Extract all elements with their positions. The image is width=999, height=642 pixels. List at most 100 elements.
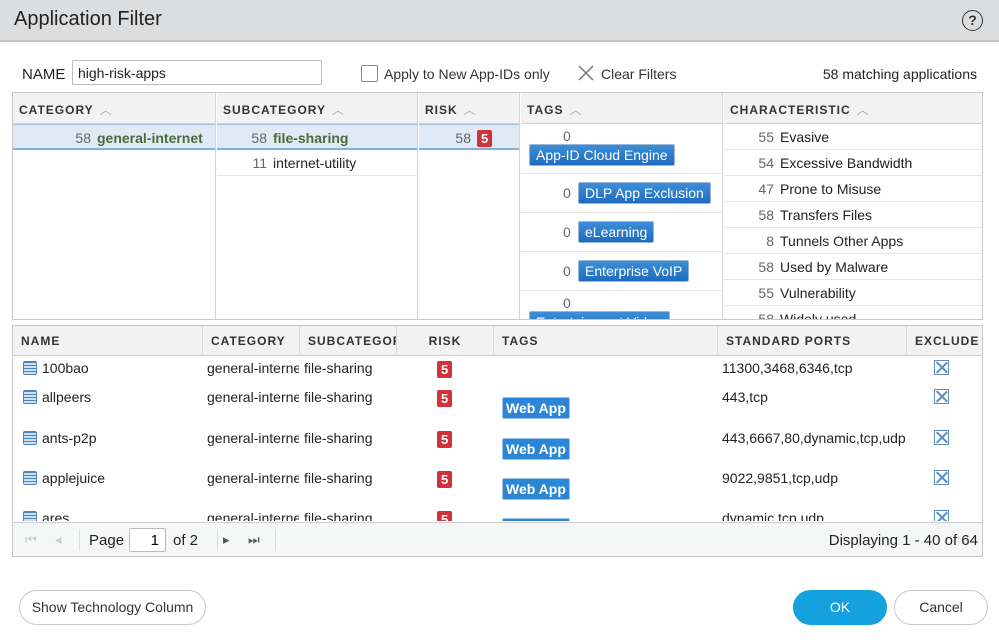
item-label: Prone to Misuse	[780, 181, 882, 197]
col-header-subcategory[interactable]: SUBCATEGORY	[300, 326, 397, 356]
category-header[interactable]: CATEGORY ︿	[13, 93, 215, 124]
grid-body: 100bao general-internet file-sharing 5 11300…	[13, 356, 982, 521]
grid-header: NAME CATEGORY SUBCATEGORY RISK TAGS STAN…	[13, 326, 982, 356]
exclude-cell	[934, 389, 949, 407]
characteristic-item[interactable]: 55 Evasive	[724, 124, 982, 150]
tag-pill: eLearning	[578, 221, 655, 243]
app-standard-ports: dynamic,tcp,udp	[722, 510, 824, 521]
col-header-tags[interactable]: TAGS	[494, 326, 718, 356]
sort-up-icon[interactable]: ︿	[464, 103, 477, 117]
tag-item[interactable]: 0 App-ID Cloud Engine	[521, 124, 722, 174]
item-count: 58	[455, 130, 471, 146]
characteristic-item[interactable]: 8 Tunnels Other Apps	[724, 228, 982, 254]
next-page-icon[interactable]: ▸	[223, 532, 230, 548]
app-name-cell[interactable]: ares	[23, 510, 201, 521]
characteristic-item[interactable]: 58 Used by Malware	[724, 254, 982, 280]
prev-page-icon[interactable]: ◂	[55, 532, 62, 548]
show-technology-column-button[interactable]: Show Technology Column	[19, 590, 206, 625]
subcategory-item[interactable]: 58 file-sharing	[217, 124, 417, 150]
item-label: Excessive Bandwidth	[780, 155, 913, 171]
exclude-icon[interactable]	[934, 510, 949, 521]
clear-filters-icon[interactable]	[577, 64, 595, 82]
risk-badge: 5	[437, 511, 453, 521]
app-name[interactable]: allpeers	[42, 389, 91, 405]
risk-badge: 5	[437, 361, 453, 378]
characteristic-item[interactable]: 58 Transfers Files	[724, 202, 982, 228]
col-header-name[interactable]: NAME	[13, 326, 203, 356]
app-name-cell[interactable]: allpeers	[23, 389, 201, 405]
item-label: Tunnels Other Apps	[780, 233, 904, 249]
characteristic-item[interactable]: 54 Excessive Bandwidth	[724, 150, 982, 176]
risk-column: RISK ︿ 58 5	[419, 93, 520, 319]
help-icon[interactable]: ?	[962, 10, 983, 31]
app-tags-cell: Web App	[502, 397, 570, 419]
application-icon	[23, 390, 37, 404]
app-name[interactable]: ares	[42, 510, 69, 521]
app-tags-cell: Web App	[502, 478, 570, 500]
tag-pill[interactable]: Web App	[502, 478, 570, 500]
clear-filters-button[interactable]: Clear Filters	[601, 66, 676, 82]
subcategory-header[interactable]: SUBCATEGORY ︿	[217, 93, 417, 124]
tag-item[interactable]: 0 eLearning	[521, 213, 722, 252]
application-icon	[23, 431, 37, 445]
first-page-icon[interactable]: ⏮	[25, 532, 37, 548]
app-category: general-internet	[207, 389, 299, 405]
app-row[interactable]: applejuice general-internet file-sharing 5 W…	[13, 470, 982, 510]
risk-header[interactable]: RISK ︿	[419, 93, 519, 124]
tags-header-label: TAGS	[527, 103, 564, 117]
risk-item[interactable]: 58 5	[419, 124, 519, 150]
app-name-cell[interactable]: ants-p2p	[23, 430, 201, 446]
app-name[interactable]: applejuice	[42, 470, 105, 486]
item-label: Used by Malware	[780, 259, 889, 275]
sort-up-icon[interactable]: ︿	[100, 103, 113, 117]
tags-header[interactable]: TAGS ︿	[521, 93, 722, 124]
tag-pill: App-ID Cloud Engine	[529, 144, 675, 166]
app-name[interactable]: ants-p2p	[42, 430, 96, 446]
col-header-category[interactable]: CATEGORY	[203, 326, 300, 356]
app-name-cell[interactable]: 100bao	[23, 360, 201, 376]
tag-item[interactable]: 0 DLP App Exclusion	[521, 174, 722, 213]
col-header-exclude[interactable]: EXCLUDE	[907, 326, 982, 356]
page-number-input[interactable]	[129, 528, 166, 552]
exclude-icon[interactable]	[934, 389, 949, 404]
cancel-button[interactable]: Cancel	[894, 590, 988, 625]
apply-new-appids-label[interactable]: Apply to New App-IDs only	[384, 66, 550, 82]
col-header-standard-ports[interactable]: STANDARD PORTS	[718, 326, 907, 356]
tag-pill[interactable]: Web App	[502, 438, 570, 460]
tags-column: TAGS ︿ 0 App-ID Cloud Engine 0 DLP App Ex…	[521, 93, 723, 319]
characteristic-item[interactable]: 58 Widely used	[724, 306, 982, 319]
last-page-icon[interactable]: ⏭	[248, 532, 260, 548]
characteristic-header[interactable]: CHARACTERISTIC ︿	[724, 93, 982, 124]
pager-toolbar: ⏮ ◂ Page of 2 ▸ ⏭ Displaying 1 - 40 of 6…	[13, 522, 982, 556]
app-risk-cell: 5	[437, 471, 467, 488]
tag-item[interactable]: 0 Enterprise VoIP	[521, 252, 722, 291]
app-row[interactable]: allpeers general-internet file-sharing 5 Web…	[13, 389, 982, 429]
col-header-risk[interactable]: RISK	[397, 326, 494, 356]
sort-up-icon[interactable]: ︿	[857, 103, 870, 117]
exclude-icon[interactable]	[934, 360, 949, 375]
item-count: 58	[251, 130, 267, 146]
exclude-icon[interactable]	[934, 470, 949, 485]
tag-pill[interactable]: Web App	[502, 518, 570, 521]
sort-up-icon[interactable]: ︿	[332, 103, 345, 117]
name-input[interactable]	[72, 60, 322, 85]
app-row[interactable]: ares general-internet file-sharing 5 Web App…	[13, 510, 982, 521]
applications-grid: NAME CATEGORY SUBCATEGORY RISK TAGS STAN…	[12, 325, 983, 557]
apply-new-appids-checkbox[interactable]	[361, 65, 378, 82]
item-count: 0	[563, 263, 571, 279]
category-header-label: CATEGORY	[19, 103, 94, 117]
app-name-cell[interactable]: applejuice	[23, 470, 201, 486]
app-subcategory: file-sharing	[304, 389, 373, 405]
subcategory-item[interactable]: 11 internet-utility	[217, 150, 417, 176]
characteristic-item[interactable]: 55 Vulnerability	[724, 280, 982, 306]
tag-pill[interactable]: Web App	[502, 397, 570, 419]
app-row[interactable]: ants-p2p general-internet file-sharing 5 Web…	[13, 430, 982, 470]
matching-count: 58 matching applications	[822, 66, 977, 82]
sort-up-icon[interactable]: ︿	[569, 103, 582, 117]
exclude-icon[interactable]	[934, 430, 949, 445]
ok-button[interactable]: OK	[793, 590, 887, 625]
app-name[interactable]: 100bao	[42, 360, 89, 376]
tag-item[interactable]: 0 Entertainment Video	[521, 291, 722, 319]
characteristic-item[interactable]: 47 Prone to Misuse	[724, 176, 982, 202]
category-item[interactable]: 58 general-internet	[13, 124, 215, 150]
